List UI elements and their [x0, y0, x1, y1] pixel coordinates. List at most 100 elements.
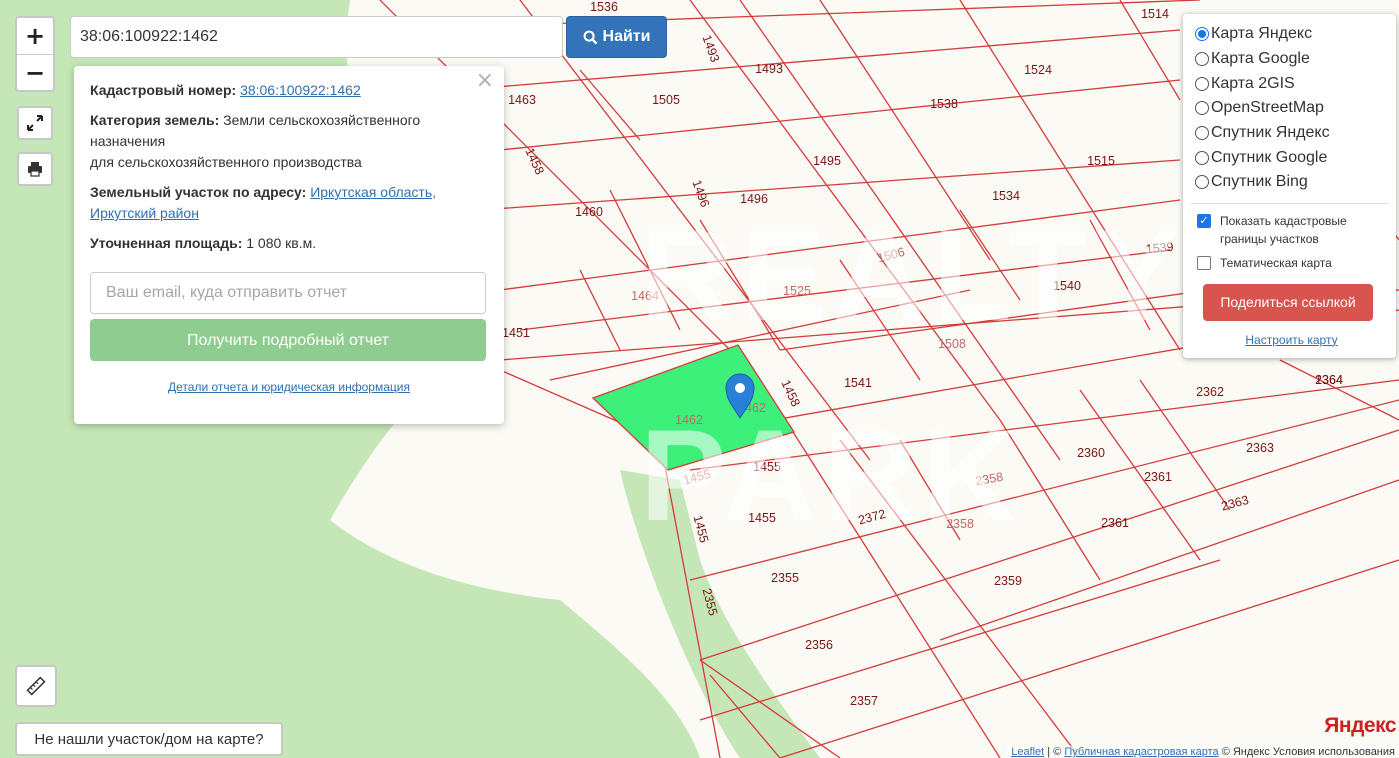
- layer-option-label: Карта Яндекс: [1211, 25, 1313, 43]
- cadastral-link[interactable]: 38:06:100922:1462: [240, 82, 361, 98]
- layer-option[interactable]: Карта 2GIS: [1195, 71, 1388, 96]
- thematic-label: Тематическая карта: [1220, 255, 1332, 270]
- parcel-label: 1524: [1024, 63, 1052, 77]
- layer-option-label: Карта 2GIS: [1211, 74, 1295, 92]
- cadastral-row: Кадастровый номер: 38:06:100922:1462: [90, 80, 488, 101]
- parcel-label: 2357: [850, 694, 878, 708]
- public-map-link[interactable]: Публичная кадастровая карта: [1064, 746, 1218, 758]
- report-button[interactable]: Получить подробный отчет: [90, 319, 486, 361]
- area-row: Уточненная площадь: 1 080 кв.м.: [90, 233, 488, 254]
- search-input[interactable]: [70, 16, 563, 58]
- category-row: Категория земель: Земли сельскохозяйстве…: [90, 110, 488, 173]
- details-link[interactable]: Детали отчета и юридическая информация: [90, 377, 488, 398]
- cadastral-label: Кадастровый номер:: [90, 82, 237, 98]
- search-button-label: Найти: [602, 28, 651, 45]
- search-icon: [583, 30, 597, 44]
- parcel-label: 1508: [938, 337, 966, 351]
- parcel-label: 1460: [575, 205, 603, 219]
- parcel-label: 1458: [522, 146, 546, 177]
- parcel-label: 1534: [992, 189, 1020, 203]
- radio-icon: [1195, 76, 1209, 91]
- ruler-icon: [26, 676, 46, 696]
- parcel-info-popup: × Кадастровый номер: 38:06:100922:1462 К…: [74, 66, 504, 424]
- parcel-label: 1496: [740, 192, 768, 206]
- layer-option[interactable]: Карта Google: [1195, 47, 1388, 72]
- parcel-label: 2363: [1220, 493, 1251, 514]
- thematic-checkbox[interactable]: Тематическая карта: [1195, 254, 1388, 272]
- parcel-label: 1493: [755, 62, 783, 76]
- zoom-control: + −: [15, 16, 55, 92]
- share-button[interactable]: Поделиться ссылкой: [1203, 283, 1373, 321]
- yandex-logo: Яндекс: [1324, 714, 1396, 737]
- area-label: Уточненная площадь:: [90, 235, 243, 251]
- parcel-label: 1515: [1087, 154, 1115, 168]
- parcel-label: 1538: [930, 97, 958, 111]
- leaflet-link[interactable]: Leaflet: [1011, 746, 1044, 758]
- parcel-label: 1451: [502, 326, 530, 340]
- zoom-out-button[interactable]: −: [17, 54, 53, 90]
- yandex-terms[interactable]: © Яндекс Условия использования: [1222, 746, 1395, 758]
- parcel-label: 1455: [748, 511, 776, 525]
- parcel-label: 1496: [689, 178, 712, 209]
- layer-option[interactable]: OpenStreetMap: [1195, 96, 1388, 121]
- divider: [1191, 202, 1388, 204]
- show-borders-checkbox[interactable]: ✓ Показать кадастровые границы участков: [1195, 212, 1388, 248]
- ruler-button[interactable]: [15, 665, 57, 707]
- parcel-label: 1455: [682, 467, 713, 488]
- radio-icon: [1195, 27, 1209, 42]
- tune-map-link[interactable]: Настроить карту: [1195, 333, 1388, 347]
- zoom-in-button[interactable]: +: [17, 18, 53, 54]
- parcel-label: 1463: [508, 93, 536, 107]
- address-row: Земельный участок по адресу: Иркутская о…: [90, 182, 488, 224]
- parcel-label: 1458: [778, 378, 802, 409]
- parcel-label: 1514: [1141, 7, 1169, 21]
- layer-option-label: Карта Google: [1211, 50, 1310, 68]
- fullscreen-button[interactable]: [17, 106, 53, 140]
- radio-icon: [1195, 52, 1209, 67]
- category-sub: для сельскохозяйственного производства: [90, 154, 362, 170]
- parcel-label: 1464: [631, 289, 659, 303]
- parcel-label: 1536: [590, 0, 618, 14]
- parcel-label: 1505: [652, 93, 680, 107]
- parcel-label: 1540: [1053, 279, 1081, 293]
- radio-icon: [1195, 175, 1209, 190]
- parcel-label: 2360: [1077, 446, 1105, 460]
- layer-option[interactable]: Спутник Google: [1195, 145, 1388, 170]
- map-attribution: Leaflet | © Публичная кадастровая карта …: [1007, 746, 1399, 758]
- radio-icon: [1195, 126, 1209, 141]
- layer-options: Карта Яндекс Карта Google Карта 2GIS OpenSt…: [1195, 22, 1388, 195]
- parcel-label: 1506: [876, 245, 907, 266]
- parcel-label: 2361: [1144, 470, 1172, 484]
- parcel-label: 2362: [1196, 385, 1224, 399]
- area-value: 1 080 кв.м.: [246, 235, 317, 251]
- parcel-label: 2358: [974, 470, 1004, 489]
- not-found-button[interactable]: Не нашли участок/дом на карте?: [15, 722, 283, 756]
- radio-icon: [1195, 150, 1209, 165]
- attribution-separator: | ©: [1044, 746, 1065, 758]
- print-button[interactable]: [17, 152, 53, 186]
- close-icon[interactable]: ×: [476, 70, 494, 92]
- email-field[interactable]: [90, 272, 486, 314]
- parcel-label: 1525: [783, 284, 811, 298]
- parcel-label: 2363: [1246, 441, 1274, 455]
- parcel-label: 1462: [675, 413, 703, 427]
- show-borders-label: Показать кадастровые границы участков: [1220, 213, 1347, 246]
- checkbox-checked-icon: ✓: [1197, 213, 1211, 228]
- parcel-label: 1541: [844, 376, 872, 390]
- layer-option[interactable]: Спутник Bing: [1195, 170, 1388, 195]
- parcel-label: 2356: [805, 638, 833, 652]
- layer-option[interactable]: Спутник Яндекс: [1195, 121, 1388, 146]
- address-label: Земельный участок по адресу:: [90, 184, 307, 200]
- parcel-label: 1539: [1145, 240, 1174, 256]
- parcel-label: 2372: [857, 507, 888, 528]
- parcel-label: 1455: [753, 460, 781, 474]
- layer-option[interactable]: Карта Яндекс: [1195, 22, 1388, 47]
- parcel-label: 2359: [994, 574, 1022, 588]
- layer-option-label: Спутник Bing: [1211, 173, 1308, 191]
- search-button[interactable]: Найти: [566, 16, 667, 58]
- layer-switcher: Карта Яндекс Карта Google Карта 2GIS OpenSt…: [1183, 14, 1396, 358]
- radio-icon: [1195, 101, 1209, 116]
- parcel-label: 2361: [1101, 516, 1129, 530]
- category-label: Категория земель:: [90, 112, 220, 128]
- print-icon: [28, 162, 42, 177]
